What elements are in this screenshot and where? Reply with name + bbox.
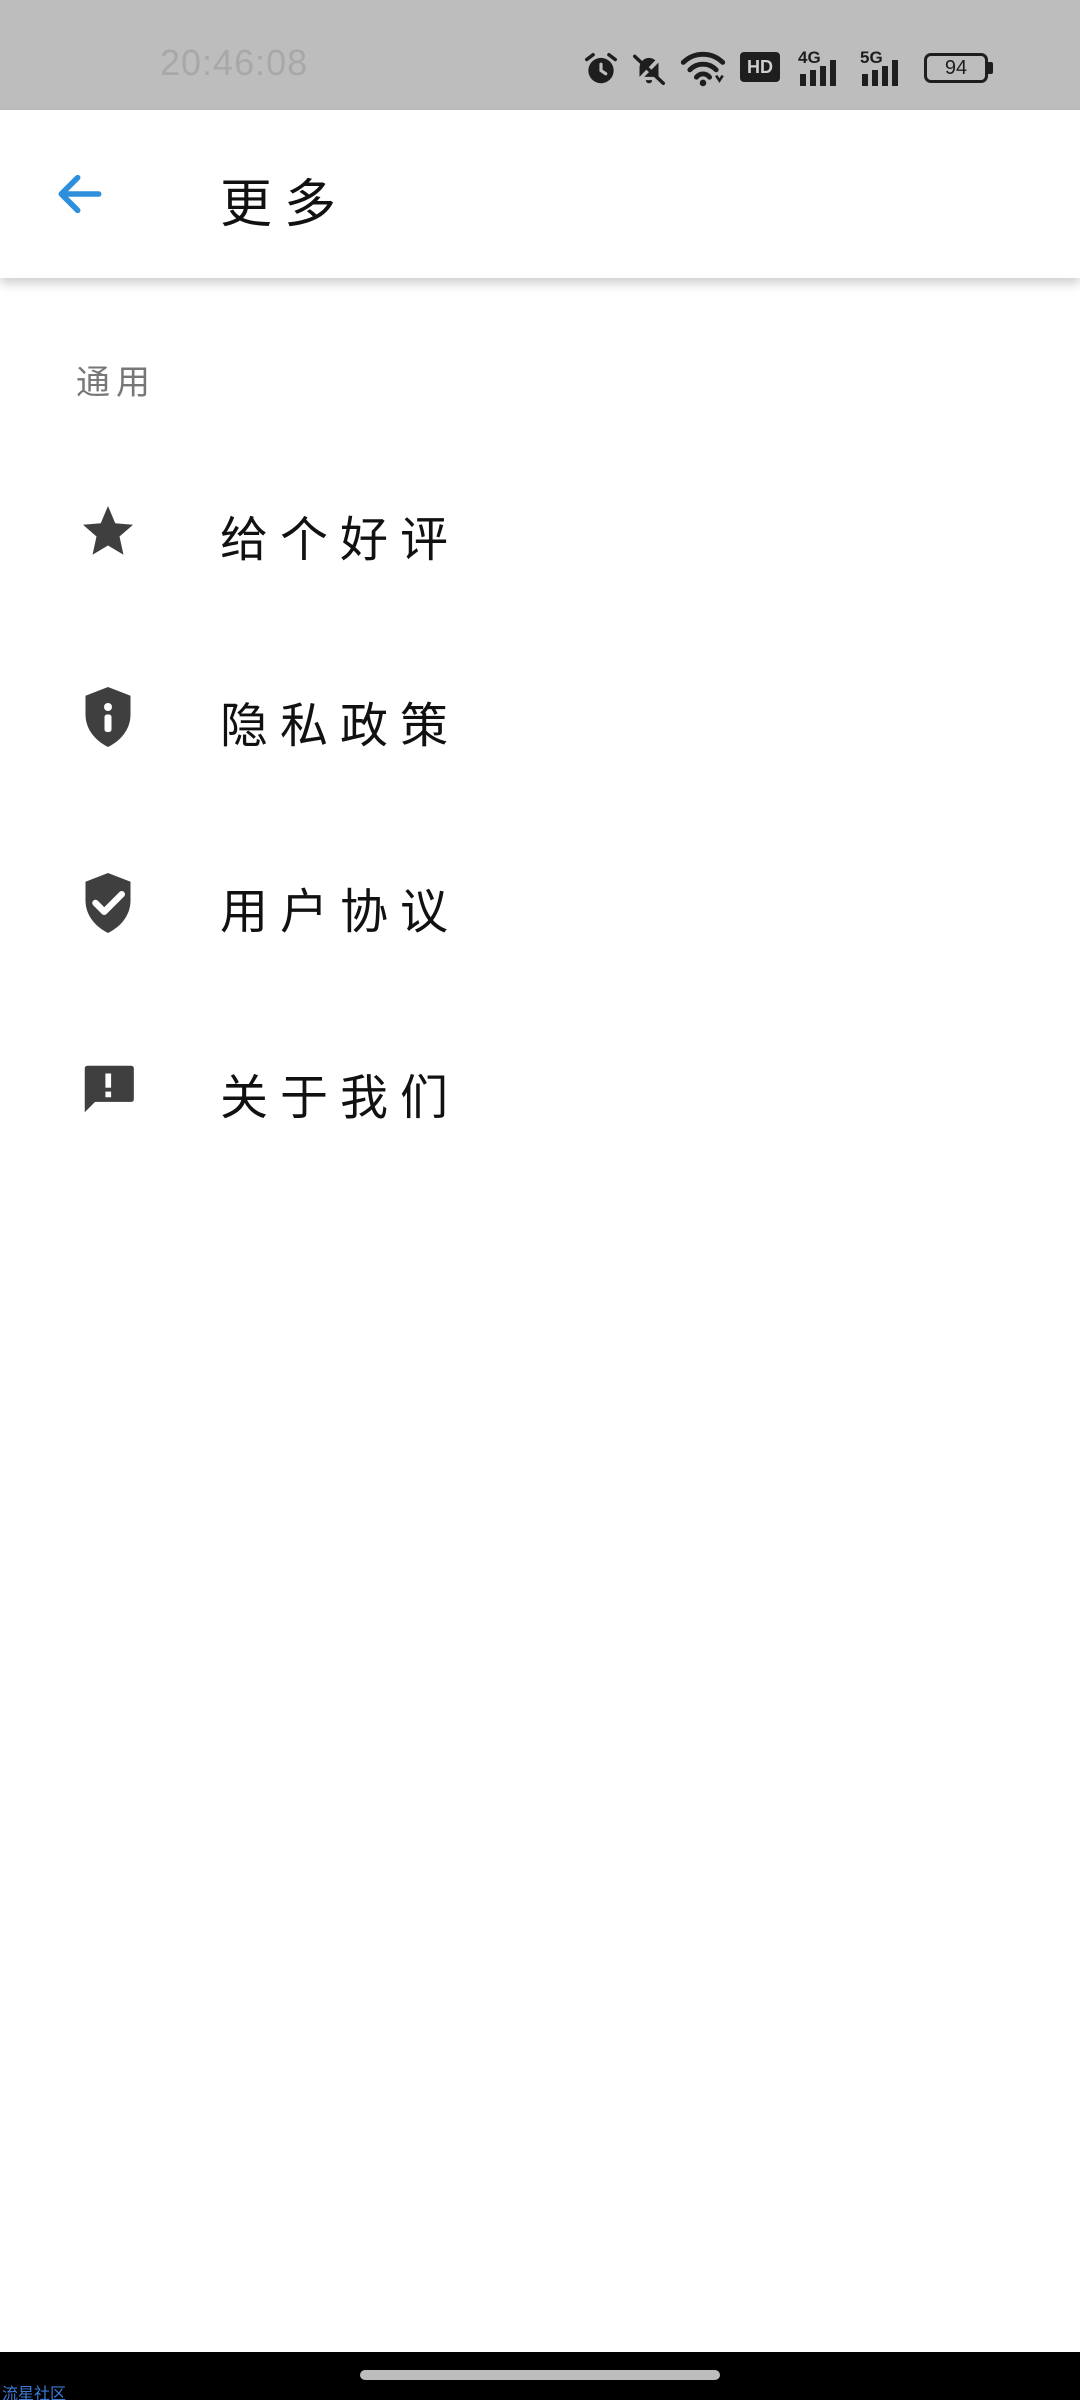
watermark: 流星社区	[2, 2384, 67, 2400]
home-gesture-handle[interactable]	[360, 2370, 720, 2380]
menu-item-label: 给个好评	[220, 512, 461, 568]
menu-item-label: 关于我们	[220, 1070, 461, 1126]
shield-info-icon	[76, 685, 140, 749]
back-button[interactable]	[48, 162, 112, 226]
battery-nub	[988, 62, 993, 74]
menu-item-about[interactable]: 关于我们	[0, 1012, 1080, 1162]
shield-check-icon	[76, 871, 140, 935]
hd-icon: HD	[740, 52, 780, 82]
menu-item-label: 隐私政策	[220, 698, 461, 754]
feedback-icon	[76, 1057, 140, 1121]
status-bar: 20:46:08 HD 4G 5G 94	[0, 0, 1080, 110]
signal-5g-icon	[862, 60, 898, 86]
mute-icon	[633, 54, 665, 85]
star-icon	[76, 499, 140, 563]
signal-4g-icon	[800, 60, 836, 86]
navigation-bar	[0, 2352, 1080, 2400]
menu-item-agreement[interactable]: 用户协议	[0, 826, 1080, 976]
menu-item-privacy[interactable]: 隐私政策	[0, 640, 1080, 790]
wifi-icon	[680, 51, 726, 87]
status-time: 20:46:08	[160, 42, 309, 83]
menu-item-rate[interactable]: 给个好评	[0, 454, 1080, 604]
section-header-general: 通用	[76, 363, 156, 403]
arrow-left-icon	[58, 174, 102, 214]
alarm-icon	[585, 53, 617, 84]
menu-item-label: 用户协议	[220, 884, 461, 940]
app-bar: 更多	[0, 110, 1080, 278]
battery-level: 94	[944, 57, 968, 79]
battery-icon: 94	[924, 53, 988, 83]
page-title: 更多	[220, 175, 349, 235]
